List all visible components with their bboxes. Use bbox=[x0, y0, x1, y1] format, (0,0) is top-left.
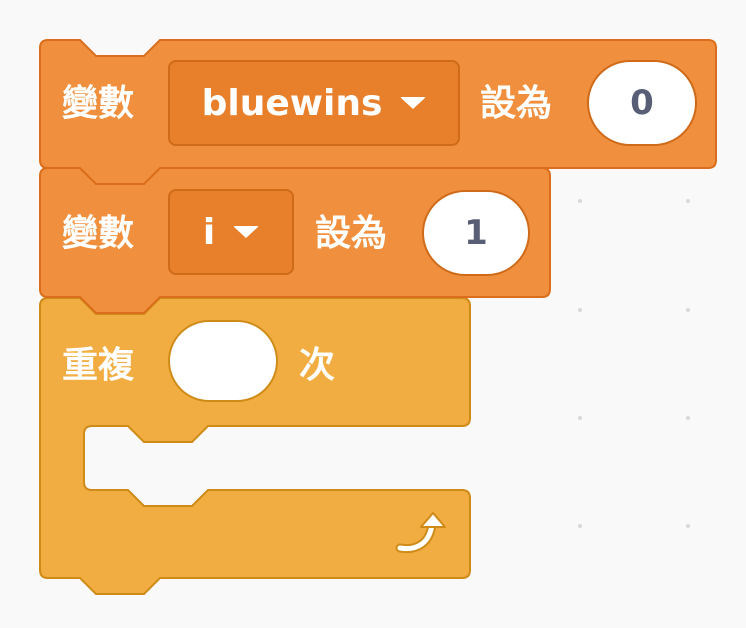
code-workspace[interactable]: 變數 bluewins 設為 0 變數 i 設為 1 重複 次 bbox=[0, 0, 746, 628]
set-to-label-1: 設為 bbox=[480, 83, 553, 124]
caret-down-icon bbox=[400, 97, 427, 109]
set-variable-1-label: 變數 bbox=[62, 83, 135, 124]
repeat-label: 重複 bbox=[62, 345, 135, 386]
value-input-2[interactable]: 1 bbox=[422, 190, 530, 276]
set-to-label-2: 設為 bbox=[315, 213, 388, 254]
repeat-suffix-label: 次 bbox=[299, 345, 336, 386]
caret-down-icon bbox=[233, 226, 260, 238]
variable-name: bluewins bbox=[201, 82, 383, 124]
value-input-1[interactable]: 0 bbox=[587, 60, 697, 146]
set-variable-2-label: 變數 bbox=[62, 213, 135, 254]
repeat-count-input[interactable] bbox=[168, 320, 278, 402]
variable-name: i bbox=[202, 211, 216, 253]
variable-dropdown-i[interactable]: i bbox=[168, 189, 294, 275]
variable-dropdown-bluewins[interactable]: bluewins bbox=[168, 60, 460, 146]
